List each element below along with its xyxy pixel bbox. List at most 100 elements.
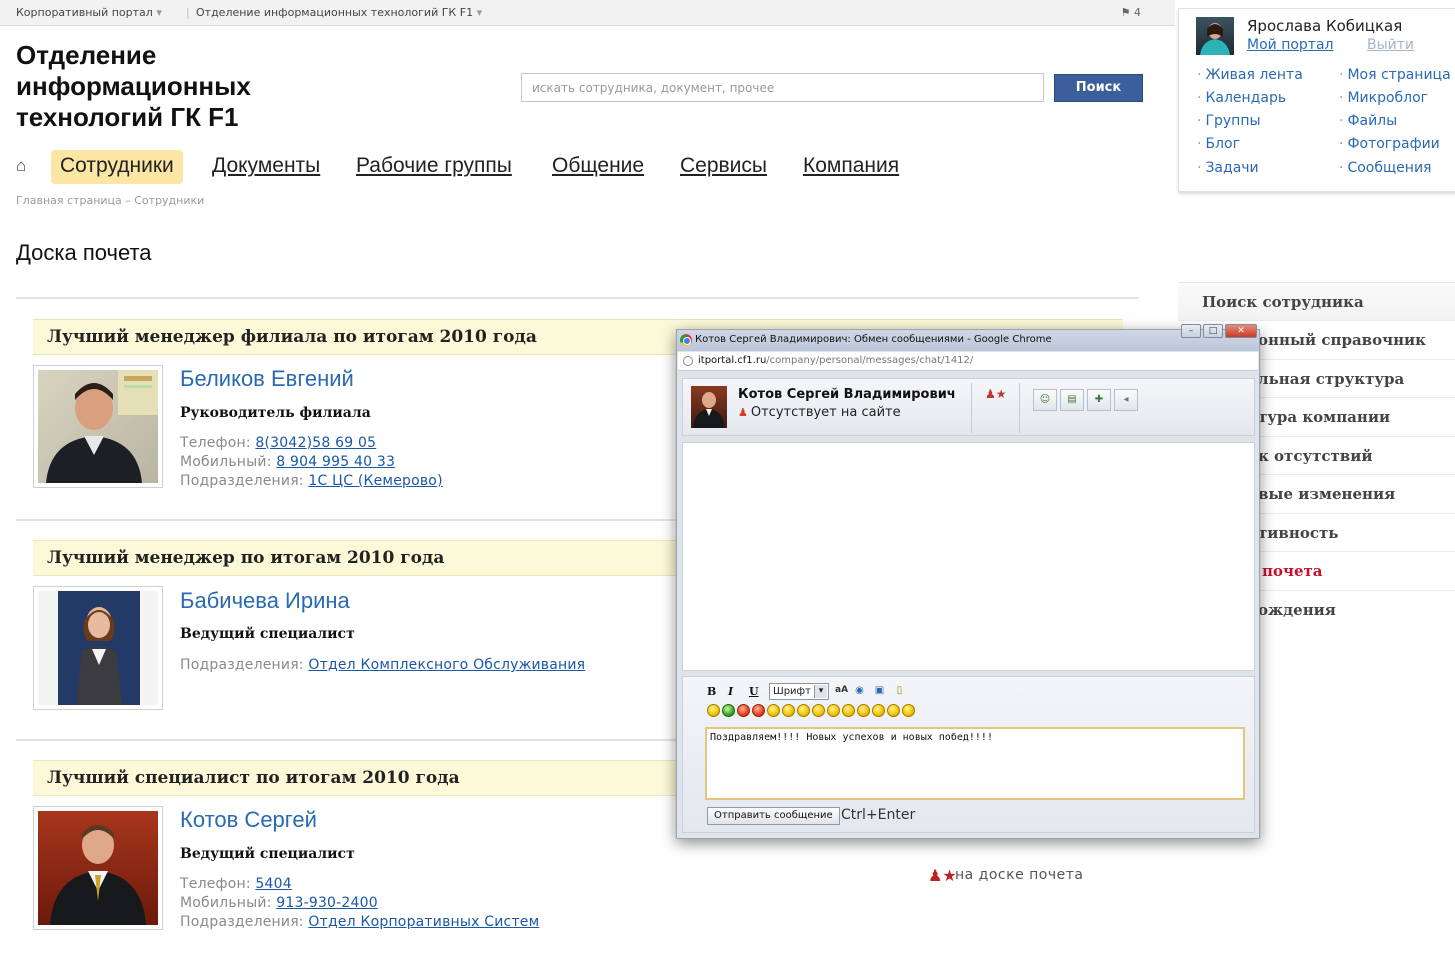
profile-icon[interactable]: ☺ (1033, 389, 1057, 411)
crumb-department[interactable]: Отделение информационных технологий ГК F… (196, 6, 482, 19)
employee-name-link[interactable]: Бабичева Ирина (180, 588, 350, 614)
employee-photo[interactable] (33, 806, 163, 930)
tab-company[interactable]: Компания (803, 150, 899, 184)
portal-title: Отделение информационных технологий ГК F… (16, 40, 251, 132)
glasses-icon[interactable] (842, 704, 855, 717)
window-titlebar[interactable]: Котов Сергей Владимирович: Обмен сообщен… (677, 330, 1259, 351)
url-bar[interactable]: itportal.cf1.ru/company/personal/message… (678, 352, 1258, 371)
user-link-groups[interactable]: Группы (1197, 113, 1260, 129)
italic-button[interactable]: I (728, 685, 733, 698)
menu-employee-search[interactable]: Поиск сотрудника (1178, 282, 1455, 320)
url-host: itportal.cf1.ru (698, 355, 767, 366)
message-history (682, 442, 1255, 671)
user-link-tasks[interactable]: Задачи (1197, 160, 1258, 176)
page-icon (683, 356, 693, 366)
sad-icon[interactable] (797, 704, 810, 717)
user-link-files[interactable]: Файлы (1339, 113, 1397, 129)
phone-link[interactable]: 5404 (255, 876, 291, 892)
divider (16, 297, 1139, 299)
user-name: Ярослава Кобицкая (1247, 17, 1403, 35)
contact-status: ♟ Отсутствует на сайте (738, 405, 901, 420)
window-controls: – □ ✕ (1181, 324, 1257, 338)
avatar[interactable] (1196, 17, 1234, 55)
bold-button[interactable]: B (707, 685, 716, 698)
confused-icon[interactable] (872, 704, 885, 717)
tab-documents[interactable]: Документы (212, 150, 320, 184)
home-icon[interactable]: ⌂ (16, 156, 26, 176)
maximize-button[interactable]: □ (1203, 324, 1223, 338)
exclaim-icon[interactable] (752, 704, 765, 717)
tab-workgroups[interactable]: Рабочие группы (356, 150, 512, 184)
phone-link[interactable]: 8(3042)58 69 05 (255, 435, 376, 451)
user-link-photos[interactable]: Фотографии (1339, 136, 1439, 152)
employee-department: Подразделения: Отдел Комплексного Обслуж… (180, 657, 586, 673)
minimize-button[interactable]: – (1181, 324, 1201, 338)
employee-department: Подразделения: Отдел Корпоративных Систе… (180, 914, 540, 930)
window-title: Котов Сергей Владимирович: Обмен сообщен… (695, 334, 1052, 345)
font-color-icon[interactable]: aA (835, 684, 848, 697)
crumb-separator: | (186, 6, 190, 19)
send-message-button[interactable]: Отправить сообщение (707, 807, 840, 825)
tongue-icon[interactable] (827, 704, 840, 717)
notification-counter[interactable]: ⚑ 4 (1121, 6, 1141, 19)
smile-icon[interactable] (707, 704, 720, 717)
quote-icon[interactable]: ▯ (893, 684, 906, 697)
employee-name-link[interactable]: Беликов Евгений (180, 366, 354, 392)
kiss-icon[interactable] (902, 704, 915, 717)
employee-photo[interactable] (33, 365, 163, 488)
employee-phone: Телефон: 8(3042)58 69 05 (180, 435, 377, 451)
cool-icon[interactable] (722, 704, 735, 717)
wink-icon[interactable] (767, 704, 780, 717)
my-portal-link[interactable]: Мой портал (1247, 37, 1333, 53)
link-icon[interactable]: ◉ (853, 684, 866, 697)
mobile-link[interactable]: 8 904 995 40 33 (276, 454, 395, 470)
employee-department: Подразделения: 1С ЦС (Кемерово) (180, 473, 443, 489)
employee-name-link[interactable]: Котов Сергей (180, 807, 317, 833)
employee-phone: Телефон: 5404 (180, 876, 292, 892)
department-link[interactable]: Отдел Комплексного Обслуживания (308, 657, 585, 673)
divider (971, 383, 972, 433)
user-link-feed[interactable]: Живая лента (1197, 67, 1302, 83)
divider (16, 519, 676, 521)
image-icon[interactable]: ▣ (873, 684, 886, 697)
offline-status-icon: ♟ (738, 406, 748, 419)
search-button[interactable]: Поиск (1054, 74, 1143, 102)
grin-icon[interactable] (857, 704, 870, 717)
employee-mobile: Мобильный: 8 904 995 40 33 (180, 454, 396, 470)
crumb-corporate-portal[interactable]: Корпоративный портал ▾ (16, 6, 162, 19)
sound-icon[interactable]: ◂ (1114, 389, 1138, 411)
user-link-my-page[interactable]: Моя страница (1339, 67, 1450, 83)
surprise-icon[interactable] (812, 704, 825, 717)
divider (16, 739, 676, 741)
neutral-icon[interactable] (887, 704, 900, 717)
send-shortcut-hint: Ctrl+Enter (841, 807, 916, 823)
employee-photo[interactable] (33, 586, 163, 710)
font-select[interactable]: Шрифт (769, 683, 829, 700)
contact-avatar[interactable] (691, 386, 727, 428)
page-breadcrumb: Главная страница – Сотрудники (16, 194, 205, 207)
underline-button[interactable]: U (749, 685, 759, 698)
tab-employees[interactable]: Сотрудники (51, 150, 183, 184)
search-input[interactable]: искать сотрудника, документ, прочее (521, 73, 1044, 102)
logout-link[interactable]: Выйти (1367, 37, 1414, 53)
on-honor-board-label: на доске почета (955, 867, 1084, 883)
smiley-bar (707, 704, 915, 717)
close-button[interactable]: ✕ (1225, 324, 1257, 338)
user-link-messages[interactable]: Сообщения (1339, 160, 1431, 176)
user-link-blog[interactable]: Блог (1197, 136, 1239, 152)
department-link[interactable]: 1С ЦС (Кемерово) (308, 473, 442, 489)
angry-icon[interactable] (737, 704, 750, 717)
employee-position: Руководитель филиала (180, 405, 371, 421)
history-icon[interactable]: ▤ (1060, 389, 1084, 411)
tab-communication[interactable]: Общение (552, 150, 644, 184)
user-link-calendar[interactable]: Календарь (1197, 90, 1286, 106)
laugh-icon[interactable] (782, 704, 795, 717)
message-input[interactable]: Поздравляем!!!! Новых успехов и новых по… (705, 727, 1245, 800)
employee-position: Ведущий специалист (180, 626, 355, 642)
chat-header: Котов Сергей Владимирович ♟ Отсутствует н… (682, 378, 1255, 436)
tab-services[interactable]: Сервисы (680, 150, 767, 184)
user-link-microblog[interactable]: Микроблог (1339, 90, 1428, 106)
department-link[interactable]: Отдел Корпоративных Систем (308, 914, 539, 930)
add-contact-icon[interactable]: ✚ (1087, 389, 1111, 411)
mobile-link[interactable]: 913-930-2400 (276, 895, 378, 911)
